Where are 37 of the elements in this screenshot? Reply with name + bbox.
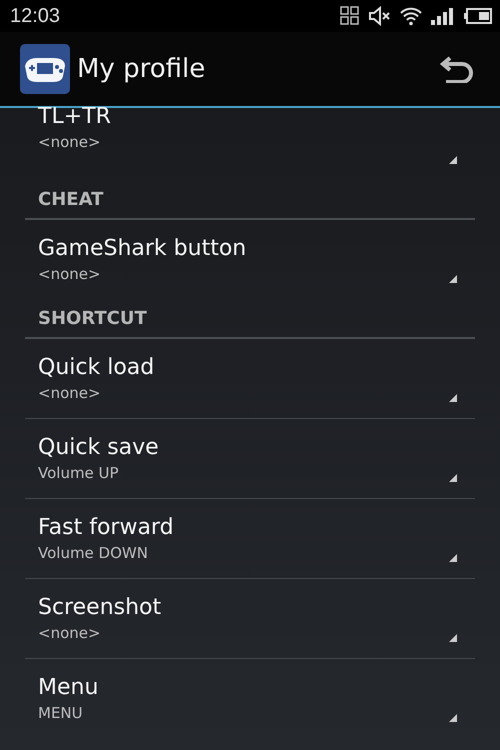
setting-value: MENU: [38, 704, 84, 722]
mute-icon: [368, 6, 392, 26]
setting-value: Volume UP: [38, 464, 120, 482]
setting-item[interactable]: Screenshot <none>: [25, 579, 475, 659]
grid-icon: [340, 6, 360, 26]
setting-value: <none>: [38, 624, 102, 642]
setting-item[interactable]: Quick save Volume UP: [25, 419, 475, 499]
setting-item[interactable]: Fast forward Volume DOWN: [25, 499, 475, 579]
corner-triangle-icon: [449, 714, 457, 722]
corner-triangle-icon: [449, 275, 457, 283]
setting-value: <none>: [38, 133, 102, 151]
section-header: SHORTCUT: [25, 299, 475, 339]
setting-item[interactable]: Menu MENU: [25, 659, 475, 738]
setting-title: Menu: [38, 675, 98, 700]
setting-title: Fast forward: [38, 515, 174, 540]
wifi-icon: [400, 6, 422, 26]
battery-icon: [464, 6, 492, 26]
setting-title: Quick save: [38, 435, 159, 460]
setting-item[interactable]: Quick load <none>: [25, 339, 475, 419]
setting-value: <none>: [38, 265, 102, 283]
corner-triangle-icon: [449, 474, 457, 482]
signal-icon: [430, 6, 456, 26]
screen-title: My profile: [77, 54, 206, 84]
back-icon[interactable]: [440, 55, 474, 83]
corner-triangle-icon: [449, 634, 457, 642]
setting-value: <none>: [38, 384, 102, 402]
setting-title: Quick load: [38, 355, 154, 380]
corner-triangle-icon: [449, 394, 457, 402]
setting-title: Screenshot: [38, 595, 162, 620]
status-time: 12:03: [10, 4, 60, 28]
setting-item[interactable]: GameShark button <none>: [25, 220, 475, 299]
setting-value: Volume DOWN: [38, 544, 149, 562]
corner-triangle-icon: [449, 156, 457, 164]
section-header: CHEAT: [25, 180, 475, 220]
corner-triangle-icon: [449, 554, 457, 562]
handheld-console-icon: [20, 44, 70, 94]
setting-title: GameShark button: [38, 236, 246, 261]
